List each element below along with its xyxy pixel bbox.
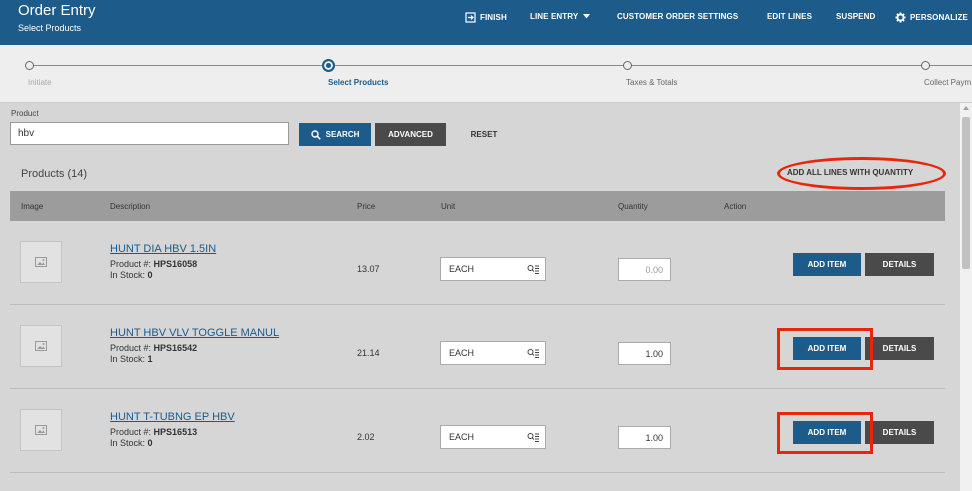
finish-label: FINISH [480,13,507,22]
finish-button[interactable]: FINISH [465,12,507,23]
progress-stepper: Initiate Select Products Taxes & Totals … [0,45,972,103]
line-entry-label: LINE ENTRY [530,12,579,21]
product-stock: In Stock: 1 [110,354,153,364]
image-icon [35,425,47,435]
product-name-link[interactable]: HUNT HBV VLV TOGGLE MANUL [110,327,279,339]
step-collect-payment-label[interactable]: Collect Paym [924,78,971,87]
advanced-button[interactable]: ADVANCED [375,123,446,146]
chevron-down-icon [583,14,591,19]
step-collect-payment-dot[interactable] [921,61,930,70]
add-all-lines-button[interactable]: ADD ALL LINES WITH QUANTITY [787,168,913,177]
unit-value: EACH [449,432,475,442]
step-select-products-dot[interactable] [322,59,335,72]
suspend-button[interactable]: SUSPEND [836,12,875,21]
page-scrollbar[interactable] [960,103,972,491]
edit-lines-label: EDIT LINES [767,12,813,21]
step-initiate-dot[interactable] [25,61,34,70]
product-number: Product #: HPS16542 [110,343,198,353]
exit-icon [465,12,476,23]
quantity-input[interactable]: 0.00 [618,258,671,281]
unit-select[interactable]: EACH [440,425,546,449]
add-item-button[interactable]: ADD ITEM [793,253,861,276]
page-subtitle: Select Products [18,23,82,33]
products-table-header: Image Description Price Unit Quantity Ac… [10,191,945,221]
column-header-price: Price [357,202,376,211]
product-number: Product #: HPS16058 [110,259,198,269]
product-name-link[interactable]: HUNT T-TUBNG EP HBV [110,411,235,423]
step-taxes-totals-label[interactable]: Taxes & Totals [626,78,677,87]
step-initiate-label[interactable]: Initiate [28,78,52,87]
line-entry-menu[interactable]: LINE ENTRY [530,12,591,21]
column-header-quantity: Quantity [618,202,648,211]
product-number: Product #: HPS16513 [110,427,198,437]
products-count-title: Products (14) [21,168,88,180]
product-image-placeholder [20,409,62,451]
column-header-unit: Unit [441,202,456,211]
search-button[interactable]: SEARCH [299,123,371,146]
step-taxes-totals-dot[interactable] [623,61,632,70]
personalize-label: PERSONALIZE [910,13,968,22]
unit-value: EACH [449,264,475,274]
edit-lines-button[interactable]: EDIT LINES [767,12,812,21]
unit-search-list-icon[interactable] [527,348,539,358]
image-icon [35,257,47,267]
product-search-label: Product [11,109,39,118]
unit-select[interactable]: EACH [440,341,546,365]
details-button[interactable]: DETAILS [865,253,934,276]
step-select-products-label[interactable]: Select Products [328,78,388,87]
product-stock: In Stock: 0 [110,270,153,280]
column-header-action: Action [724,202,747,211]
add-item-button[interactable]: ADD ITEM [793,337,861,360]
product-image-placeholder [20,325,62,367]
product-price: 21.14 [357,348,380,358]
details-button[interactable]: DETAILS [865,421,934,444]
unit-search-list-icon[interactable] [527,264,539,274]
product-image-placeholder [20,241,62,283]
quantity-input[interactable]: 1.00 [618,342,671,365]
column-header-image: Image [21,202,44,211]
customer-order-settings-button[interactable]: CUSTOMER ORDER SETTINGS [617,12,738,21]
page-title: Order Entry [18,2,96,19]
product-stock: In Stock: 0 [110,438,153,448]
image-icon [35,341,47,351]
product-name-link[interactable]: HUNT DIA HBV 1.5IN [110,243,216,255]
scroll-up-arrow-icon[interactable] [963,106,969,110]
product-price: 2.02 [357,432,375,442]
customer-order-settings-label: CUSTOMER ORDER SETTINGS [617,12,739,21]
scrollbar-thumb[interactable] [962,117,970,269]
add-item-button[interactable]: ADD ITEM [793,421,861,444]
search-icon [310,129,321,140]
suspend-label: SUSPEND [836,12,876,21]
table-row: HUNT HBV VLV TOGGLE MANUL Product #: HPS… [10,305,945,389]
gear-icon [895,12,906,23]
unit-select[interactable]: EACH [440,257,546,281]
product-search-input[interactable] [10,122,289,145]
app-header: Order Entry Select Products FINISH LINE … [0,0,972,45]
quantity-input[interactable]: 1.00 [618,426,671,449]
reset-button[interactable]: RESET [459,123,509,146]
personalize-button[interactable]: PERSONALIZE [895,12,968,23]
column-header-description: Description [110,202,151,211]
search-button-label: SEARCH [325,130,360,139]
stepper-line [29,65,972,66]
unit-value: EACH [449,348,475,358]
table-row: HUNT T-TUBNG EP HBV Product #: HPS16513 … [10,389,945,473]
table-row: HUNT DIA HBV 1.5IN Product #: HPS16058 I… [10,221,945,305]
unit-search-list-icon[interactable] [527,432,539,442]
details-button[interactable]: DETAILS [865,337,934,360]
product-price: 13.07 [357,264,380,274]
